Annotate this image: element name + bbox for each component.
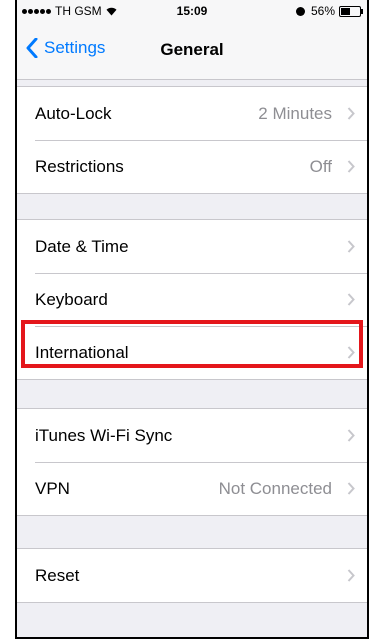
chevron-right-icon (347, 569, 355, 582)
list-item-restrictions[interactable]: Restrictions Off (17, 140, 367, 193)
row-value: Not Connected (218, 479, 332, 498)
page-title: General (160, 40, 224, 59)
chevron-right-icon (347, 346, 355, 359)
row-label: VPN (35, 479, 70, 498)
row-label: International (35, 343, 129, 362)
row-value: Off (309, 157, 332, 176)
settings-group-4: Reset (17, 548, 367, 603)
chevron-right-icon (347, 240, 355, 253)
navigation-bar: Settings General (17, 22, 367, 79)
phone-screen: TH GSM 15:09 56% Settings General Auto-L… (15, 0, 369, 639)
battery-percent: 56% (310, 4, 335, 18)
list-item-vpn[interactable]: VPN Not Connected (17, 462, 367, 515)
battery-icon (339, 5, 363, 17)
row-label: Restrictions (35, 157, 124, 176)
chevron-right-icon (347, 293, 355, 306)
settings-group-2: Date & Time Keyboard International (17, 219, 367, 380)
row-label: Auto-Lock (35, 104, 112, 123)
row-label: iTunes Wi-Fi Sync (35, 426, 173, 445)
status-bar: TH GSM 15:09 56% (17, 0, 367, 22)
row-label: Reset (35, 566, 80, 585)
top-bar: TH GSM 15:09 56% Settings General (17, 0, 367, 80)
status-right: 56% (295, 4, 363, 18)
chevron-right-icon (347, 429, 355, 442)
list-item-itunes-wifi-sync[interactable]: iTunes Wi-Fi Sync (17, 409, 367, 462)
settings-group-3: iTunes Wi-Fi Sync VPN Not Connected (17, 408, 367, 516)
settings-group-1: Auto-Lock 2 Minutes Restrictions Off (17, 86, 367, 194)
chevron-right-icon (347, 482, 355, 495)
list-item-international[interactable]: International (17, 326, 367, 379)
row-label: Keyboard (35, 290, 108, 309)
alarm-icon (295, 6, 305, 16)
list-item-reset[interactable]: Reset (17, 549, 367, 602)
list-item-keyboard[interactable]: Keyboard (17, 273, 367, 326)
chevron-right-icon (347, 160, 355, 173)
row-value: 2 Minutes (258, 104, 332, 123)
list-item-date-time[interactable]: Date & Time (17, 220, 367, 273)
chevron-right-icon (347, 107, 355, 120)
row-label: Date & Time (35, 237, 129, 256)
list-item-auto-lock[interactable]: Auto-Lock 2 Minutes (17, 87, 367, 140)
